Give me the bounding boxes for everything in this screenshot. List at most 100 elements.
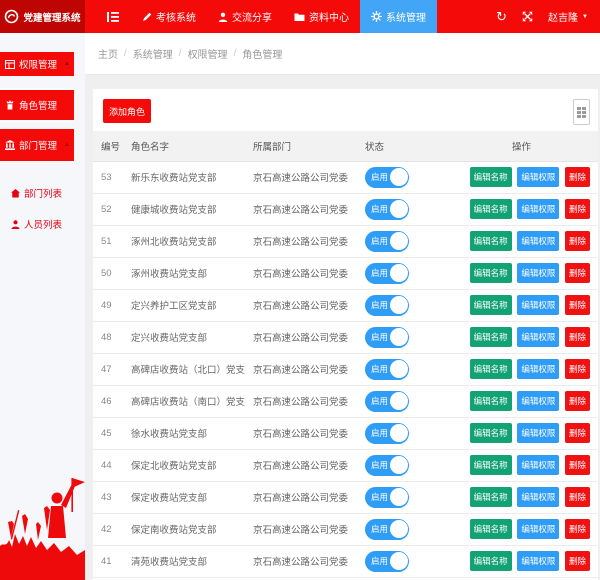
breadcrumb-roles: 角色管理 bbox=[242, 50, 283, 61]
sidebar-item-roles[interactable]: 角色管理 bbox=[0, 88, 74, 122]
table-row: 44 保定北收费站党支部 京石高速公路公司党委 启用 编辑名称 编辑权限 删除 bbox=[93, 449, 598, 482]
edit-name-button[interactable]: 编辑名称 bbox=[469, 519, 512, 539]
status-toggle[interactable]: 启用 bbox=[365, 230, 409, 252]
edit-permission-button[interactable]: 编辑权限 bbox=[517, 231, 560, 251]
sidebar: 权限管理 ▲ 角色管理 部门管理 ▲ 部门列表 人员列表 bbox=[0, 33, 85, 580]
status-toggle[interactable]: 启用 bbox=[365, 390, 409, 412]
role-department: 京石高速公路公司党委 bbox=[245, 481, 357, 514]
permissions-icon bbox=[5, 59, 15, 69]
status-toggle[interactable]: 启用 bbox=[365, 422, 409, 444]
person-icon bbox=[218, 12, 228, 22]
role-department: 京石高速公路公司党委 bbox=[245, 417, 357, 450]
status-toggle[interactable]: 启用 bbox=[365, 518, 409, 540]
status-toggle[interactable]: 启用 bbox=[365, 166, 409, 188]
status-toggle[interactable]: 启用 bbox=[365, 358, 409, 380]
delete-button[interactable]: 删除 bbox=[564, 167, 590, 187]
col-role-name: 角色名字 bbox=[123, 131, 245, 162]
app-title: 党建管理系统 bbox=[23, 12, 81, 24]
edit-permission-button[interactable]: 编辑权限 bbox=[517, 487, 560, 507]
status-toggle[interactable]: 启用 bbox=[365, 486, 409, 508]
edit-permission-button[interactable]: 编辑权限 bbox=[517, 519, 560, 539]
role-department: 京石高速公路公司党委 bbox=[245, 353, 357, 386]
column-toggle-button[interactable] bbox=[573, 99, 590, 125]
nav-item-share[interactable]: 交流分享 bbox=[207, 0, 283, 33]
sidebar-subitem-dept-list[interactable]: 部门列表 bbox=[0, 183, 85, 203]
edit-permission-button[interactable]: 编辑权限 bbox=[517, 423, 560, 443]
edit-permission-button[interactable]: 编辑权限 bbox=[517, 359, 560, 379]
edit-name-button[interactable]: 编辑名称 bbox=[469, 551, 512, 571]
fullscreen-icon[interactable] bbox=[522, 11, 533, 22]
sidebar-item-departments[interactable]: 部门管理 ▲ bbox=[0, 129, 74, 161]
edit-name-button[interactable]: 编辑名称 bbox=[469, 423, 512, 443]
table-row: 48 定兴收费站党支部 京石高速公路公司党委 启用 编辑名称 编辑权限 删除 bbox=[93, 321, 598, 354]
app-logo: 党建管理系统 bbox=[0, 0, 85, 33]
delete-button[interactable]: 删除 bbox=[564, 327, 590, 347]
toggle-knob bbox=[389, 264, 408, 282]
header-actions: ↻ 赵吉隆 ▼ bbox=[496, 0, 600, 33]
breadcrumb-permissions[interactable]: 权限管理 bbox=[188, 46, 228, 61]
delete-button[interactable]: 删除 bbox=[564, 455, 590, 475]
role-id: 44 bbox=[93, 449, 123, 482]
role-department: 京石高速公路公司党委 bbox=[245, 385, 357, 418]
refresh-icon[interactable]: ↻ bbox=[496, 10, 507, 23]
table-row: 50 涿州收费站党支部 京石高速公路公司党委 启用 编辑名称 编辑权限 删除 bbox=[93, 257, 598, 290]
edit-permission-button[interactable]: 编辑权限 bbox=[517, 295, 560, 315]
app-root: 党建管理系统 考核系统 交流分享 资料中心 系统管理 ↻ 赵吉隆 ▼ 权限管理 … bbox=[0, 0, 600, 580]
delete-button[interactable]: 删除 bbox=[564, 391, 590, 411]
role-name: 健康城收费站党支部 bbox=[123, 193, 245, 226]
edit-permission-button[interactable]: 编辑权限 bbox=[517, 391, 560, 411]
edit-name-button[interactable]: 编辑名称 bbox=[469, 455, 512, 475]
role-name: 保定收费站党支部 bbox=[123, 481, 245, 514]
status-toggle[interactable]: 启用 bbox=[365, 198, 409, 220]
edit-name-button[interactable]: 编辑名称 bbox=[469, 295, 512, 315]
status-toggle[interactable]: 启用 bbox=[365, 294, 409, 316]
edit-permission-button[interactable]: 编辑权限 bbox=[517, 455, 560, 475]
menu-toggle-icon[interactable] bbox=[95, 0, 131, 33]
role-id: 53 bbox=[93, 161, 123, 194]
delete-button[interactable]: 删除 bbox=[564, 231, 590, 251]
col-status: 状态 bbox=[357, 131, 445, 162]
delete-button[interactable]: 删除 bbox=[564, 199, 590, 219]
delete-button[interactable]: 删除 bbox=[564, 295, 590, 315]
delete-button[interactable]: 删除 bbox=[564, 519, 590, 539]
delete-button[interactable]: 删除 bbox=[564, 487, 590, 507]
status-toggle[interactable]: 启用 bbox=[365, 550, 409, 572]
edit-permission-button[interactable]: 编辑权限 bbox=[517, 263, 560, 283]
edit-permission-button[interactable]: 编辑权限 bbox=[517, 167, 560, 187]
nav-item-system[interactable]: 系统管理 bbox=[360, 0, 437, 33]
table-row: 51 涿州北收费站党支部 京石高速公路公司党委 启用 编辑名称 编辑权限 删除 bbox=[93, 225, 598, 258]
edit-name-button[interactable]: 编辑名称 bbox=[469, 231, 512, 251]
status-toggle[interactable]: 启用 bbox=[365, 326, 409, 348]
edit-permission-button[interactable]: 编辑权限 bbox=[517, 199, 560, 219]
delete-button[interactable]: 删除 bbox=[564, 359, 590, 379]
status-toggle[interactable]: 启用 bbox=[365, 262, 409, 284]
edit-name-button[interactable]: 编辑名称 bbox=[469, 327, 512, 347]
panel-toolbar: 添加角色 bbox=[93, 89, 598, 131]
add-role-button[interactable]: 添加角色 bbox=[103, 99, 152, 123]
edit-name-button[interactable]: 编辑名称 bbox=[469, 487, 512, 507]
caret-icon: ▲ bbox=[64, 142, 70, 148]
delete-button[interactable]: 删除 bbox=[564, 551, 590, 571]
role-id: 47 bbox=[93, 353, 123, 386]
edit-name-button[interactable]: 编辑名称 bbox=[469, 167, 512, 187]
breadcrumb-home[interactable]: 主页 bbox=[98, 46, 118, 61]
role-name: 清苑收费站党支部 bbox=[123, 545, 245, 578]
breadcrumb-system[interactable]: 系统管理 bbox=[133, 46, 173, 61]
user-menu[interactable]: 赵吉隆 ▼ bbox=[548, 9, 588, 24]
edit-name-button[interactable]: 编辑名称 bbox=[469, 263, 512, 283]
edit-permission-button[interactable]: 编辑权限 bbox=[517, 551, 560, 571]
delete-button[interactable]: 删除 bbox=[564, 423, 590, 443]
status-toggle[interactable]: 启用 bbox=[365, 454, 409, 476]
table-row: 53 新乐东收费站党支部 京石高速公路公司党委 启用 编辑名称 编辑权限 删除 bbox=[93, 161, 598, 194]
edit-permission-button[interactable]: 编辑权限 bbox=[517, 327, 560, 347]
edit-name-button[interactable]: 编辑名称 bbox=[469, 359, 512, 379]
edit-name-button[interactable]: 编辑名称 bbox=[469, 391, 512, 411]
sidebar-item-permissions[interactable]: 权限管理 ▲ bbox=[0, 52, 74, 76]
nav-item-assessment[interactable]: 考核系统 bbox=[131, 0, 207, 33]
nav-item-materials[interactable]: 资料中心 bbox=[283, 0, 360, 33]
toggle-knob bbox=[389, 232, 408, 250]
edit-name-button[interactable]: 编辑名称 bbox=[469, 199, 512, 219]
delete-button[interactable]: 删除 bbox=[564, 263, 590, 283]
sidebar-subitem-person-list[interactable]: 人员列表 bbox=[0, 214, 85, 234]
roles-table: 编号 角色名字 所属部门 状态 操作 53 新乐东收费站党支部 京石高速公路公司… bbox=[93, 131, 598, 578]
